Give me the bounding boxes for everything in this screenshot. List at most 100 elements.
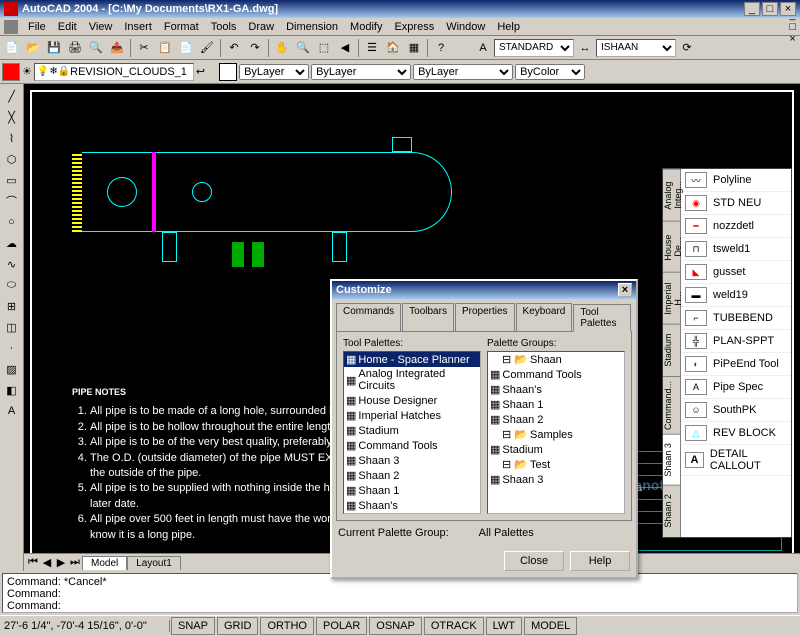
- tab-tool-palettes[interactable]: Tool Palettes: [573, 304, 631, 332]
- spline-icon[interactable]: ∿: [2, 254, 22, 274]
- palette-item[interactable]: ADETAIL CALLOUT: [681, 445, 791, 476]
- toggle-model[interactable]: MODEL: [524, 617, 577, 635]
- plotstyle-dropdown[interactable]: ByColor: [515, 64, 585, 80]
- toggle-otrack[interactable]: OTRACK: [424, 617, 484, 635]
- tab-properties[interactable]: Properties: [455, 303, 515, 331]
- command-line[interactable]: Command: *Cancel* Command: Command:: [2, 573, 798, 613]
- linetype-dropdown[interactable]: ByLayer: [311, 64, 411, 80]
- palette-tab[interactable]: Analog Integ...: [663, 169, 680, 221]
- design-center-icon[interactable]: 🏠: [383, 38, 403, 58]
- undo-icon[interactable]: ↶: [224, 38, 244, 58]
- close-button[interactable]: Close: [504, 551, 564, 571]
- palette-item[interactable]: ╬PLAN-SPPT: [681, 330, 791, 353]
- xline-icon[interactable]: ╳: [2, 107, 22, 127]
- palette-item[interactable]: ◉STD NEU: [681, 192, 791, 215]
- palette-tab[interactable]: House De...: [663, 221, 680, 273]
- match-icon[interactable]: 🖌: [197, 38, 217, 58]
- redo-icon[interactable]: ↷: [245, 38, 265, 58]
- copy-icon[interactable]: 📋: [155, 38, 175, 58]
- point-icon[interactable]: ·: [2, 338, 22, 358]
- insert-icon[interactable]: ⊞: [2, 296, 22, 316]
- palette-item[interactable]: ◐PiPeEnd Tool: [681, 353, 791, 376]
- toggle-snap[interactable]: SNAP: [171, 617, 215, 635]
- save-icon[interactable]: 💾: [44, 38, 64, 58]
- menu-file[interactable]: File: [22, 21, 52, 33]
- toggle-osnap[interactable]: OSNAP: [369, 617, 422, 635]
- doc-close[interactable]: ×: [789, 33, 796, 45]
- palette-item[interactable]: ⌐TUBEBEND: [681, 307, 791, 330]
- region-icon[interactable]: ◧: [2, 380, 22, 400]
- revcloud-icon[interactable]: ☁: [2, 233, 22, 253]
- open-icon[interactable]: 📂: [23, 38, 43, 58]
- maximize-button[interactable]: □: [762, 2, 778, 16]
- menu-tools[interactable]: Tools: [205, 21, 243, 33]
- line-icon[interactable]: ╱: [2, 86, 22, 106]
- rect-icon[interactable]: ▭: [2, 170, 22, 190]
- hatch-icon[interactable]: ▨: [2, 359, 22, 379]
- pline-icon[interactable]: ⌇: [2, 128, 22, 148]
- zoom-win-icon[interactable]: ⬚: [314, 38, 334, 58]
- arc-icon[interactable]: ⌒: [2, 191, 22, 211]
- dialog-close-icon[interactable]: ×: [618, 283, 632, 297]
- tab-model[interactable]: Model: [82, 556, 127, 570]
- menu-edit[interactable]: Edit: [52, 21, 83, 33]
- palette-tab-active[interactable]: Shaan 3: [663, 434, 680, 486]
- palette-item[interactable]: ▬weld19: [681, 284, 791, 307]
- menu-express[interactable]: Express: [388, 21, 440, 33]
- color-swatch[interactable]: [2, 63, 20, 81]
- zoom-icon[interactable]: 🔍: [293, 38, 313, 58]
- menu-view[interactable]: View: [83, 21, 119, 33]
- text-style-dropdown[interactable]: STANDARD: [494, 39, 574, 57]
- text-icon[interactable]: A: [2, 401, 22, 421]
- dim-update-icon[interactable]: ⟳: [677, 38, 697, 58]
- tab-keyboard[interactable]: Keyboard: [516, 303, 573, 331]
- toggle-lwt[interactable]: LWT: [486, 617, 522, 635]
- tab-commands[interactable]: Commands: [336, 303, 401, 331]
- cut-icon[interactable]: ✂: [134, 38, 154, 58]
- menu-format[interactable]: Format: [158, 21, 205, 33]
- preview-icon[interactable]: 🔍: [86, 38, 106, 58]
- palette-tab[interactable]: Stadium: [663, 324, 680, 376]
- toggle-polar[interactable]: POLAR: [316, 617, 367, 635]
- minimize-button[interactable]: _: [744, 2, 760, 16]
- tab-last-icon[interactable]: ⏭: [68, 556, 82, 569]
- help-button[interactable]: Help: [570, 551, 630, 571]
- menu-insert[interactable]: Insert: [118, 21, 158, 33]
- new-icon[interactable]: 📄: [2, 38, 22, 58]
- publish-icon[interactable]: 📤: [107, 38, 127, 58]
- menu-help[interactable]: Help: [491, 21, 526, 33]
- dim-icon[interactable]: ↔: [575, 38, 595, 58]
- groups-tree[interactable]: ⊟ 📂 Shaan ▦ Command Tools ▦ Shaan's ▦ Sh…: [487, 351, 625, 514]
- block-icon[interactable]: ◫: [2, 317, 22, 337]
- ellipse-icon[interactable]: ⬭: [2, 275, 22, 295]
- menu-draw[interactable]: Draw: [242, 21, 280, 33]
- tab-layout1[interactable]: Layout1: [127, 556, 181, 570]
- palette-tab[interactable]: Command...: [663, 376, 680, 434]
- layer-props-icon[interactable]: ☀: [22, 65, 32, 78]
- paste-icon[interactable]: 📄: [176, 38, 196, 58]
- zoom-prev-icon[interactable]: ◀: [335, 38, 355, 58]
- toggle-grid[interactable]: GRID: [217, 617, 259, 635]
- palette-item[interactable]: △REV BLOCK: [681, 422, 791, 445]
- tab-prev-icon[interactable]: ◀: [40, 556, 54, 569]
- tool-palette-icon[interactable]: ▦: [404, 38, 424, 58]
- properties-icon[interactable]: ☰: [362, 38, 382, 58]
- tab-toolbars[interactable]: Toolbars: [402, 303, 454, 331]
- color-control[interactable]: [219, 63, 237, 81]
- lineweight-dropdown[interactable]: ByLayer: [413, 64, 513, 80]
- tab-next-icon[interactable]: ▶: [54, 556, 68, 569]
- palette-item[interactable]: ⊓tsweld1: [681, 238, 791, 261]
- palette-item[interactable]: 〰Polyline: [681, 169, 791, 192]
- doc-minimize[interactable]: _: [789, 9, 796, 21]
- palette-item[interactable]: APipe Spec: [681, 376, 791, 399]
- toggle-ortho[interactable]: ORTHO: [260, 617, 314, 635]
- dim-style-icon[interactable]: A: [473, 38, 493, 58]
- pan-icon[interactable]: ✋: [272, 38, 292, 58]
- menu-dimension[interactable]: Dimension: [280, 21, 344, 33]
- polygon-icon[interactable]: ⬡: [2, 149, 22, 169]
- palette-tab[interactable]: Shaan 2: [663, 485, 680, 537]
- menu-modify[interactable]: Modify: [344, 21, 388, 33]
- color-dropdown[interactable]: ByLayer: [239, 64, 309, 80]
- palettes-listbox[interactable]: ▦Home - Space Planner ▦Analog Integrated…: [343, 351, 481, 514]
- circle-icon[interactable]: ○: [2, 212, 22, 232]
